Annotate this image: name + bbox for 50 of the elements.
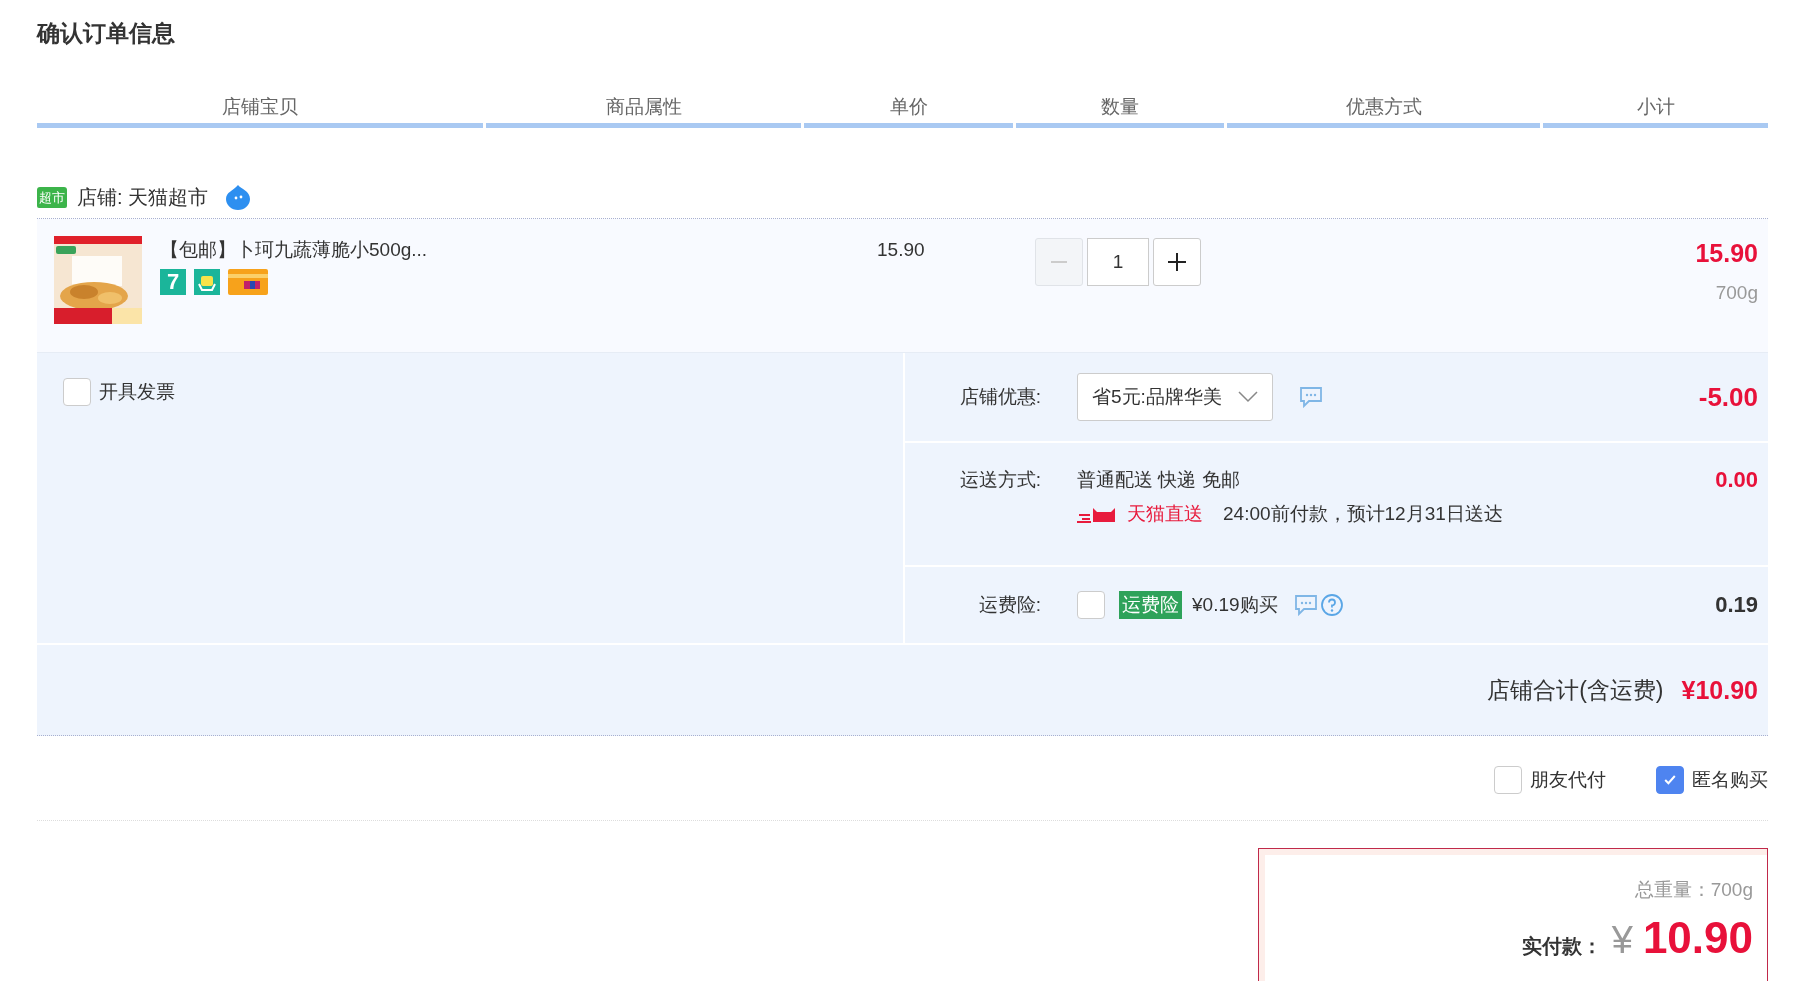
option-label: 匿名购买 — [1692, 768, 1768, 792]
card-icon — [228, 269, 268, 295]
shop-total-amount: ¥10.90 — [1681, 675, 1758, 705]
discount-label: 店铺优惠: — [958, 385, 1041, 409]
increase-button[interactable] — [1153, 238, 1201, 286]
shop-total-label: 店铺合计(含运费) — [1487, 675, 1664, 705]
column-header: 单价 — [804, 94, 1013, 128]
discount-dropdown[interactable]: 省5元:品牌华美 — [1077, 373, 1273, 421]
shipping-method: 普通配送 快递 免邮 — [1077, 468, 1240, 492]
option-checkbox[interactable] — [1494, 766, 1522, 794]
pay-label: 实付款： — [1521, 934, 1602, 959]
plus-icon — [1167, 252, 1187, 272]
insurance-checkbox[interactable] — [1077, 591, 1105, 619]
quantity-field[interactable]: 1 — [1087, 238, 1149, 286]
insurance-price: ¥0.19购买 — [1192, 593, 1278, 617]
column-header: 店铺宝贝 — [37, 94, 483, 128]
option-checkbox[interactable] — [1656, 766, 1684, 794]
invoice-label: 开具发票 — [99, 380, 175, 404]
help-icon[interactable] — [1319, 593, 1344, 617]
option-label: 朋友代付 — [1530, 768, 1606, 792]
column-header: 优惠方式 — [1227, 94, 1540, 128]
item-weight: 700g — [1715, 282, 1758, 304]
chevron-down-icon — [1237, 391, 1258, 403]
page-title: 确认订单信息 — [37, 19, 176, 48]
insurance-tag: 运费险 — [1119, 591, 1182, 619]
total-weight: 总重量：700g — [1634, 878, 1753, 902]
unit-price: 15.90 — [876, 239, 926, 261]
column-header: 数量 — [1016, 94, 1224, 128]
insurance-amount: 0.19 — [1715, 592, 1758, 618]
shop-badge: 超市 — [37, 186, 67, 208]
shop-name: 店铺: 天猫超市 — [77, 184, 209, 210]
column-header: 商品属性 — [486, 94, 801, 128]
invoice-checkbox[interactable] — [63, 378, 91, 406]
bag-icon — [194, 269, 220, 295]
discount-amount: -5.00 — [1698, 381, 1758, 413]
shipping-amount: 0.00 — [1715, 467, 1758, 493]
chat-bubble-icon[interactable] — [224, 183, 253, 211]
shipping-label: 运送方式: — [958, 468, 1041, 492]
column-header: 小计 — [1543, 94, 1768, 128]
message-icon[interactable] — [1298, 386, 1323, 408]
return-badge: 7 — [160, 269, 186, 295]
minus-icon — [1051, 261, 1067, 263]
pay-amount: 10.90 — [1642, 913, 1753, 963]
insurance-label: 运费险: — [977, 593, 1041, 617]
delivery-brand: 天猫直送 — [1127, 502, 1203, 526]
subtotal-amount: 15.90 — [1695, 239, 1758, 268]
product-title[interactable]: 【包邮】卜珂九蔬薄脆小500g... — [160, 237, 570, 263]
delivery-estimate: 24:00前付款，预计12月31日送达 — [1223, 502, 1503, 526]
currency-sign: ¥ — [1611, 919, 1633, 962]
message-icon[interactable] — [1293, 594, 1318, 616]
